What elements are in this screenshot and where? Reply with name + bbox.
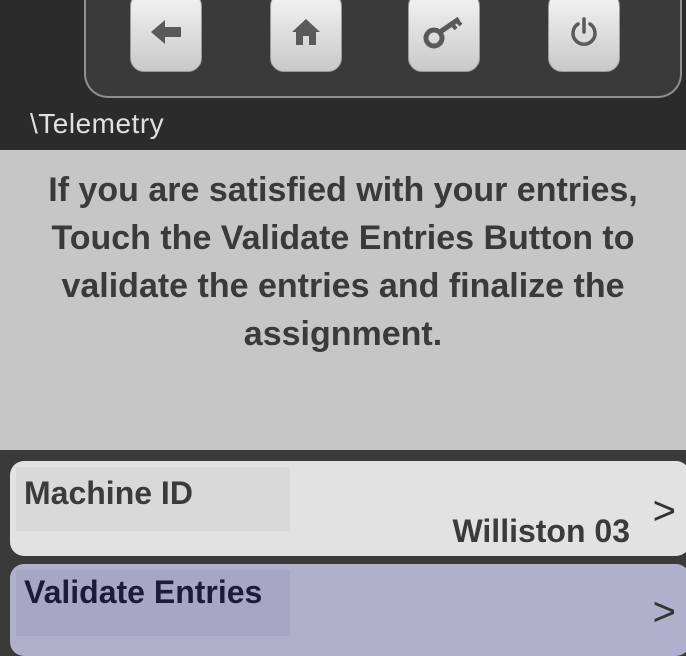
- instruction-panel: If you are satisfied with your entries, …: [0, 150, 686, 450]
- chevron-right-icon: >: [652, 590, 676, 634]
- validate-entries-label: Validate Entries: [24, 574, 263, 610]
- power-icon: [568, 16, 600, 48]
- power-button[interactable]: [548, 0, 620, 72]
- nav-button-frame: [84, 0, 682, 98]
- instruction-text: If you are satisfied with your entries, …: [48, 171, 638, 353]
- breadcrumb: \Telemetry: [30, 108, 165, 139]
- home-button[interactable]: [270, 0, 342, 72]
- settings-list: Machine ID Williston 03 > Validate Entri…: [0, 450, 686, 656]
- validate-entries-row[interactable]: Validate Entries >: [10, 564, 686, 656]
- chevron-right-icon: >: [652, 489, 676, 533]
- home-icon: [290, 17, 322, 47]
- machine-id-row[interactable]: Machine ID Williston 03 >: [10, 461, 686, 556]
- machine-id-label: Machine ID: [24, 475, 193, 511]
- back-arrow-icon: [149, 18, 183, 46]
- back-button[interactable]: [130, 0, 202, 72]
- machine-id-value: Williston 03: [452, 513, 630, 549]
- key-icon: [423, 15, 465, 49]
- top-toolbar: \Telemetry: [0, 0, 686, 150]
- key-button[interactable]: [408, 0, 480, 72]
